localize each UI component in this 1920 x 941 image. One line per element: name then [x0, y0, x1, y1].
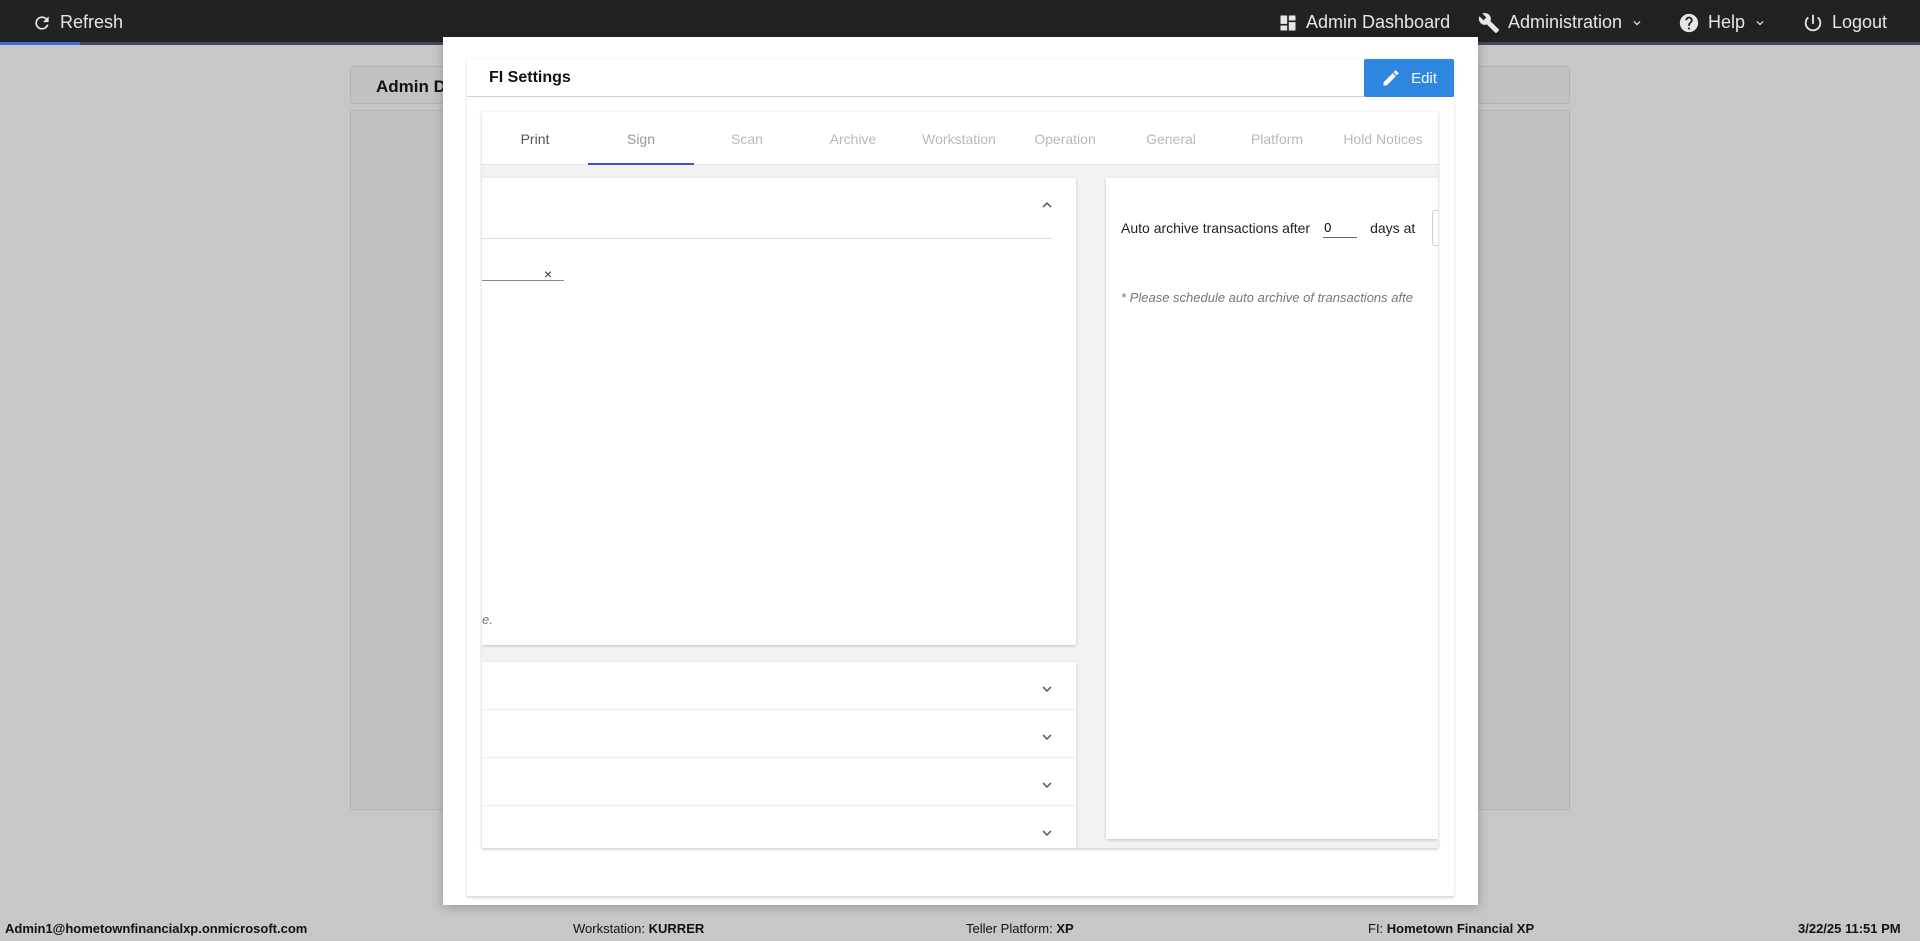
tab-general[interactable]: General	[1118, 112, 1224, 165]
help-label: Help	[1708, 12, 1746, 32]
wrench-icon	[1478, 12, 1500, 33]
modal-panel: FI Settings Edit Print Sign Scan Archive…	[467, 59, 1454, 897]
administration-label: Administration	[1508, 12, 1623, 32]
archive-days-input[interactable]	[1323, 218, 1358, 238]
settings-content: Print Sign Scan Archive Workstation Oper…	[482, 112, 1438, 848]
edit-label: Edit	[1411, 69, 1437, 87]
collapsed-panel[interactable]	[482, 662, 1076, 710]
refresh-icon	[35, 15, 49, 30]
schedule-note: * Please schedule auto archive of transa…	[1121, 290, 1413, 305]
background-page-title: Admin D	[376, 77, 446, 96]
chevron-down-icon	[1042, 782, 1052, 788]
clear-icon[interactable]: ×	[544, 266, 552, 282]
chevron-up-icon[interactable]	[1038, 196, 1056, 214]
tab-sign[interactable]: Sign	[588, 112, 694, 165]
admin-dashboard-label: Admin Dashboard	[1306, 12, 1451, 32]
tab-workstation[interactable]: Workstation	[906, 112, 1012, 165]
tab-archive[interactable]: Archive	[800, 112, 906, 165]
administration-menu[interactable]: Administration	[1478, 0, 1644, 45]
days-at-label: days at	[1370, 220, 1416, 236]
collapsed-panels	[482, 662, 1076, 848]
fi-settings-modal: FI Settings Edit Print Sign Scan Archive…	[443, 37, 1478, 905]
status-bar: Admin1@hometownfinancialxp.onmicrosoft.c…	[0, 916, 1920, 941]
tab-operation[interactable]: Operation	[1012, 112, 1118, 165]
chevron-down-icon	[1042, 830, 1052, 836]
logout-label: Logout	[1832, 12, 1888, 32]
collapsed-panel[interactable]	[482, 710, 1076, 758]
status-teller-platform: Teller Platform: XP	[966, 921, 1074, 936]
chevron-down-icon	[1633, 20, 1641, 25]
chevron-down-icon	[1042, 686, 1052, 692]
tab-scan[interactable]: Scan	[694, 112, 800, 165]
auto-archive-panel: Auto archive transactions after days at …	[1106, 178, 1438, 839]
logout-button[interactable]: Logout	[1802, 0, 1887, 45]
status-fi: FI: Hometown Financial XP	[1368, 921, 1535, 936]
expanded-settings-panel: × e.	[482, 178, 1076, 645]
archive-time-select[interactable]	[1432, 210, 1438, 246]
tab-platform[interactable]: Platform	[1224, 112, 1330, 165]
status-user: Admin1@hometownfinancialxp.onmicrosoft.c…	[5, 921, 308, 936]
tab-hold-notices[interactable]: Hold Notices	[1330, 112, 1436, 165]
edit-button[interactable]: Edit	[1364, 59, 1454, 97]
status-datetime: 3/22/25 11:51 PM	[1798, 921, 1901, 936]
collapsed-panel[interactable]	[482, 806, 1076, 848]
collapsed-panel[interactable]	[482, 758, 1076, 806]
modal-header: FI Settings Edit	[467, 59, 1454, 97]
refresh-button[interactable]: Refresh	[32, 0, 123, 45]
chevron-down-icon	[1042, 734, 1052, 740]
status-workstation: Workstation: KURRER	[573, 921, 705, 936]
help-menu[interactable]: Help	[1678, 0, 1767, 45]
refresh-label: Refresh	[60, 12, 124, 32]
chevron-down-icon	[1756, 20, 1764, 25]
modal-title: FI Settings	[489, 69, 571, 86]
active-indicator	[0, 42, 80, 45]
tab-print[interactable]: Print	[482, 112, 588, 165]
power-icon	[1804, 14, 1822, 31]
pencil-icon	[1383, 70, 1399, 86]
help-icon	[1679, 13, 1699, 32]
panel-note: e.	[482, 612, 493, 627]
auto-archive-row: Auto archive transactions after days at	[1121, 218, 1415, 238]
auto-archive-label: Auto archive transactions after	[1121, 220, 1311, 236]
dashboard-icon	[1280, 15, 1296, 30]
settings-tabs: Print Sign Scan Archive Workstation Oper…	[482, 112, 1438, 165]
panel-divider	[482, 238, 1052, 239]
